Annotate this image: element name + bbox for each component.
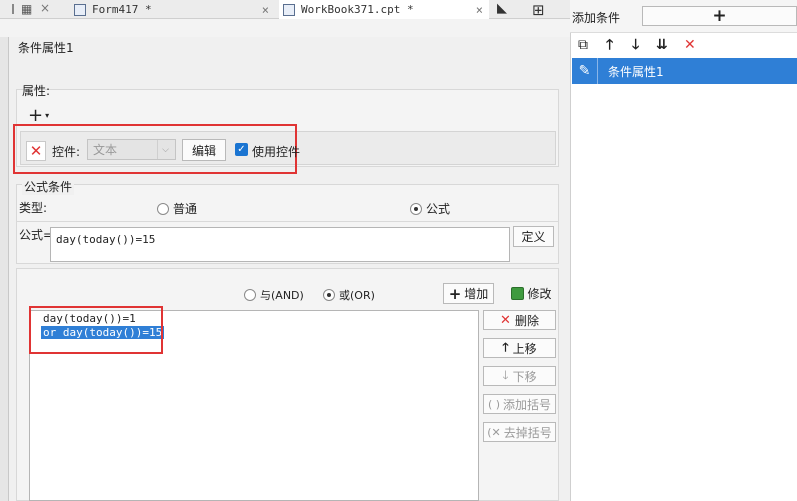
chevron-down-icon: ▾ (45, 110, 50, 120)
tab-close-left[interactable]: × (40, 1, 50, 15)
formula-label: 公式= (19, 228, 54, 242)
tab-label: Form417 * (92, 3, 152, 16)
radio-or-indicator (323, 289, 335, 301)
radio-formula-indicator (410, 202, 422, 215)
radio-formula-label: 公式 (426, 202, 451, 216)
radio-formula[interactable]: 公式 (410, 200, 450, 217)
control-label: 控件: (52, 145, 81, 159)
check-icon: ✓ (237, 144, 246, 155)
radio-or[interactable]: 或(OR) (323, 287, 375, 303)
pencil-icon: ✎ (572, 58, 598, 84)
add-property-button[interactable]: + ▾ (28, 104, 56, 126)
formula-condition-label: 公式条件 (22, 178, 75, 195)
move-bottom-icon[interactable]: ⇊ (656, 36, 668, 54)
remove-property-button[interactable]: ✕ (26, 141, 46, 161)
toolbar-strip (0, 19, 570, 37)
bracket-icon: ( ) (487, 397, 501, 411)
use-control-checkbox[interactable]: ✓ (235, 143, 248, 156)
tab-form417[interactable]: Form417 * × (70, 0, 275, 19)
arrow-up-icon[interactable]: 🡑 (606, 36, 613, 54)
add-bracket-label: 添加括号 (503, 397, 552, 412)
tab-label: WorkBook371.cpt * (301, 3, 414, 16)
tab-bar: ▦ × Form417 * × WorkBook371.cpt * × ◣ ⊞ (0, 0, 570, 19)
move-up-label: 上移 (512, 341, 537, 356)
radio-or-label: 或(OR) (339, 289, 375, 302)
delete-label: 删除 (514, 313, 539, 328)
chevron-down-icon: ⌵ (157, 140, 173, 159)
remove-bracket-icon: (✕ (487, 425, 501, 439)
left-edge (0, 37, 8, 501)
plus-icon: + (448, 284, 462, 303)
modify-condition-button[interactable]: 修改 (506, 283, 557, 304)
arrow-up-icon: 🡑 (502, 339, 509, 354)
panel-layout-icon[interactable]: ⊞ (532, 1, 545, 19)
tab-menu-icon[interactable]: ◣ (497, 1, 507, 16)
move-down-label: 下移 (512, 369, 537, 384)
condition-list-item-selected[interactable] (572, 58, 797, 84)
workbook-doc-icon (283, 3, 295, 16)
arrow-down-icon: 🡓 (502, 367, 509, 382)
close-icon: ✕ (500, 312, 511, 328)
edit-button[interactable]: 编辑 (182, 139, 226, 161)
remove-bracket-label: 去掉括号 (503, 425, 552, 440)
add-condition-label: 增加 (464, 287, 489, 301)
add-bracket-button[interactable]: ( ) 添加括号 (483, 394, 556, 414)
delete-button[interactable]: ✕ 删除 (483, 310, 556, 330)
radio-normal-indicator (157, 202, 169, 215)
delete-icon[interactable]: ✕ (684, 36, 696, 54)
dialog-title: 条件属性1 (18, 41, 74, 55)
modify-condition-label: 修改 (527, 287, 552, 301)
close-icon: ✕ (29, 142, 43, 160)
layout-icon: ▦ (21, 2, 33, 16)
remove-bracket-button[interactable]: (✕ 去掉括号 (483, 422, 556, 442)
formula-input[interactable]: day(today())=15 (50, 227, 510, 262)
properties-label: 属性: (22, 84, 51, 98)
radio-and-label: 与(AND) (260, 289, 304, 302)
radio-and[interactable]: 与(AND) (244, 287, 304, 303)
copy-icon[interactable]: ⧉ (578, 36, 588, 54)
tab-workbook371[interactable]: WorkBook371.cpt * × (279, 0, 489, 19)
define-button[interactable]: 定义 (513, 226, 554, 247)
highlight-box-conditions (29, 306, 163, 354)
divider (16, 221, 559, 222)
move-up-button[interactable]: 🡑 上移 (483, 338, 556, 358)
radio-and-indicator (244, 289, 256, 301)
add-condition-pane-button[interactable]: + (642, 6, 797, 26)
form-doc-icon (74, 3, 86, 16)
add-condition-button[interactable]: + 增加 (443, 283, 494, 304)
use-control-label: 使用控件 (252, 145, 301, 159)
radio-normal[interactable]: 普通 (157, 200, 197, 217)
ruler-icon (6, 4, 14, 14)
move-down-button[interactable]: 🡓 下移 (483, 366, 556, 386)
tab-close-icon[interactable]: × (262, 3, 275, 17)
radio-normal-label: 普通 (173, 202, 198, 216)
add-condition-pane-label: 添加条件 (572, 11, 621, 25)
tab-close-icon[interactable]: × (476, 3, 489, 17)
arrow-down-icon[interactable]: 🡓 (632, 36, 639, 54)
type-label: 类型: (19, 201, 48, 215)
plus-icon: + (28, 104, 44, 126)
modify-icon (511, 287, 525, 300)
control-type-value: 文本 (93, 143, 118, 157)
control-type-select[interactable]: 文本 ⌵ (87, 139, 176, 160)
condition-list-item-label: 条件属性1 (608, 65, 664, 79)
